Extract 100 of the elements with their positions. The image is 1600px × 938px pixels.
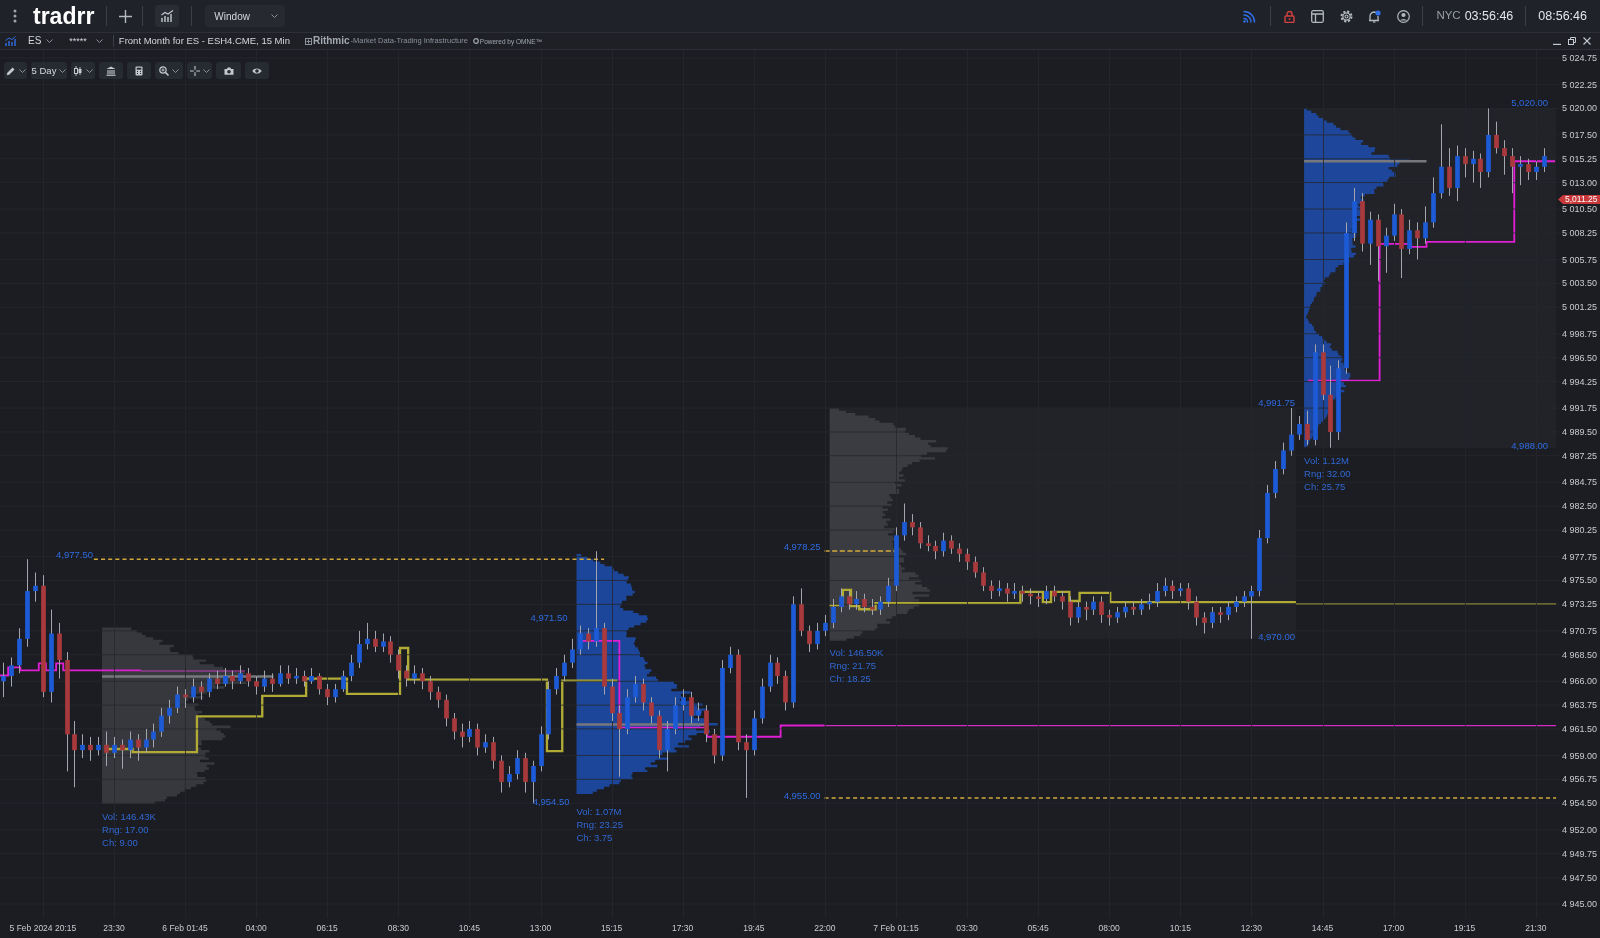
candlestick	[1289, 407, 1294, 457]
candlestick	[1542, 147, 1547, 173]
signal-icon[interactable]	[1243, 9, 1257, 23]
crosshair-button[interactable]	[187, 62, 212, 79]
screenshot-button[interactable]	[216, 62, 241, 79]
caret-icon	[18, 68, 26, 73]
candlestick	[420, 667, 425, 690]
layout-icon[interactable]	[1311, 9, 1325, 23]
candlestick	[862, 593, 867, 613]
time-axis-label: 19:15	[1454, 923, 1476, 933]
candlestick	[333, 683, 338, 703]
candlestick	[554, 667, 559, 696]
candlestick	[1005, 582, 1010, 603]
clock-time: 03:56:46	[1464, 7, 1514, 25]
chart-type-button[interactable]	[71, 62, 95, 79]
candlestick	[815, 622, 820, 650]
more-icon[interactable]	[13, 9, 17, 23]
price-axis-label: 4 975.50	[1562, 575, 1598, 585]
candlestick	[151, 723, 156, 748]
user-icon[interactable]	[1397, 9, 1411, 23]
price-axis-label: 4 952.00	[1562, 825, 1598, 835]
candlestick	[191, 678, 196, 703]
price-axis-label: 4 973.25	[1562, 599, 1598, 609]
candlestick	[696, 701, 701, 722]
chart-button[interactable]	[155, 5, 180, 27]
calculator-button[interactable]	[127, 62, 151, 79]
chart-icon[interactable]	[5, 36, 16, 46]
candlestick	[1384, 227, 1389, 274]
candlestick	[1478, 152, 1483, 189]
time-axis-label: 08:00	[1098, 923, 1120, 933]
candlestick	[989, 579, 994, 600]
time-axis-label: 23:30	[103, 923, 125, 933]
price-axis-label: 4 994.25	[1562, 377, 1598, 386]
price-axis-label: 4 991.75	[1562, 403, 1598, 413]
candlestick	[404, 664, 409, 688]
time-axis-label: 08:30	[387, 923, 409, 933]
logo-icon	[472, 38, 479, 44]
candlestick	[831, 598, 836, 629]
candlestick	[1447, 147, 1452, 197]
candlestick	[1392, 203, 1397, 242]
candlestick	[1068, 595, 1073, 627]
lock-icon[interactable]	[1284, 9, 1296, 23]
candlestick	[278, 664, 283, 688]
range-dropdown[interactable]: 5 Day	[31, 62, 67, 79]
range-stat: Rng: 32.00	[1304, 468, 1351, 480]
price-axis-label: 4 954.50	[1562, 798, 1598, 808]
window-dropdown[interactable]: Window	[205, 5, 286, 27]
candlestick	[1186, 582, 1191, 611]
candlestick	[238, 664, 243, 685]
visibility-button[interactable]	[245, 62, 269, 79]
candlestick	[1407, 219, 1412, 255]
time-axis-label: 12:30	[1240, 923, 1263, 933]
price-axis-label: 5 024.75	[1562, 53, 1598, 63]
range-stat: Rng: 21.75	[829, 660, 876, 672]
draw-tool-button[interactable]	[4, 62, 27, 79]
indicators-button[interactable]	[99, 62, 123, 79]
price-axis-label: 5 003.50	[1562, 278, 1598, 288]
candlestick	[1084, 601, 1089, 621]
notification-icon[interactable]	[1368, 9, 1382, 23]
plus-icon[interactable]	[119, 9, 133, 23]
candlestick	[72, 720, 77, 788]
candlestick	[444, 694, 449, 727]
logo-icon	[304, 37, 312, 45]
time-axis-label: 22:00	[814, 923, 836, 933]
candlestick	[981, 566, 986, 592]
local-time: 08:56:46	[1538, 7, 1587, 25]
zoom-button[interactable]	[155, 62, 183, 79]
price-axis-label: 4 966.00	[1562, 676, 1598, 686]
price-level-label: 4,978.25	[783, 541, 821, 552]
building-icon	[106, 65, 116, 76]
candlestick	[1076, 601, 1081, 624]
candlestick	[1044, 585, 1049, 605]
candlestick	[396, 648, 401, 680]
zoom-icon	[159, 65, 169, 76]
watchlist-dropdown[interactable]: *****	[69, 35, 103, 47]
restore-icon[interactable]	[1568, 37, 1576, 45]
candles-icon	[73, 65, 83, 76]
candlestick	[120, 739, 125, 770]
candlestick	[847, 590, 852, 611]
price-axis-label: 4 961.50	[1562, 724, 1598, 734]
candlestick	[1226, 601, 1231, 621]
candlestick	[357, 630, 362, 669]
volume-stat: Vol: 146.50K	[829, 647, 884, 659]
change-stat: Ch: 25.75	[1304, 481, 1346, 493]
candlestick	[570, 638, 575, 669]
candlestick	[96, 736, 101, 756]
candlestick	[689, 691, 694, 725]
price-level-label: 5,020.00	[1511, 97, 1549, 109]
volume-stat: Vol: 146.43K	[102, 811, 156, 823]
range-stat: Rng: 17.00	[102, 824, 149, 836]
price-level-label: 4,988.00	[1511, 440, 1549, 451]
candlestick	[839, 587, 844, 613]
candlestick	[452, 712, 457, 741]
candlestick	[1194, 595, 1199, 627]
symbol-dropdown[interactable]: ES	[28, 35, 54, 47]
time-axis-label: 6 Feb 01:45	[162, 923, 208, 933]
settings-icon[interactable]	[1340, 9, 1354, 23]
candlestick	[728, 646, 733, 674]
candlestick	[317, 672, 322, 696]
close-icon[interactable]	[1583, 37, 1591, 45]
